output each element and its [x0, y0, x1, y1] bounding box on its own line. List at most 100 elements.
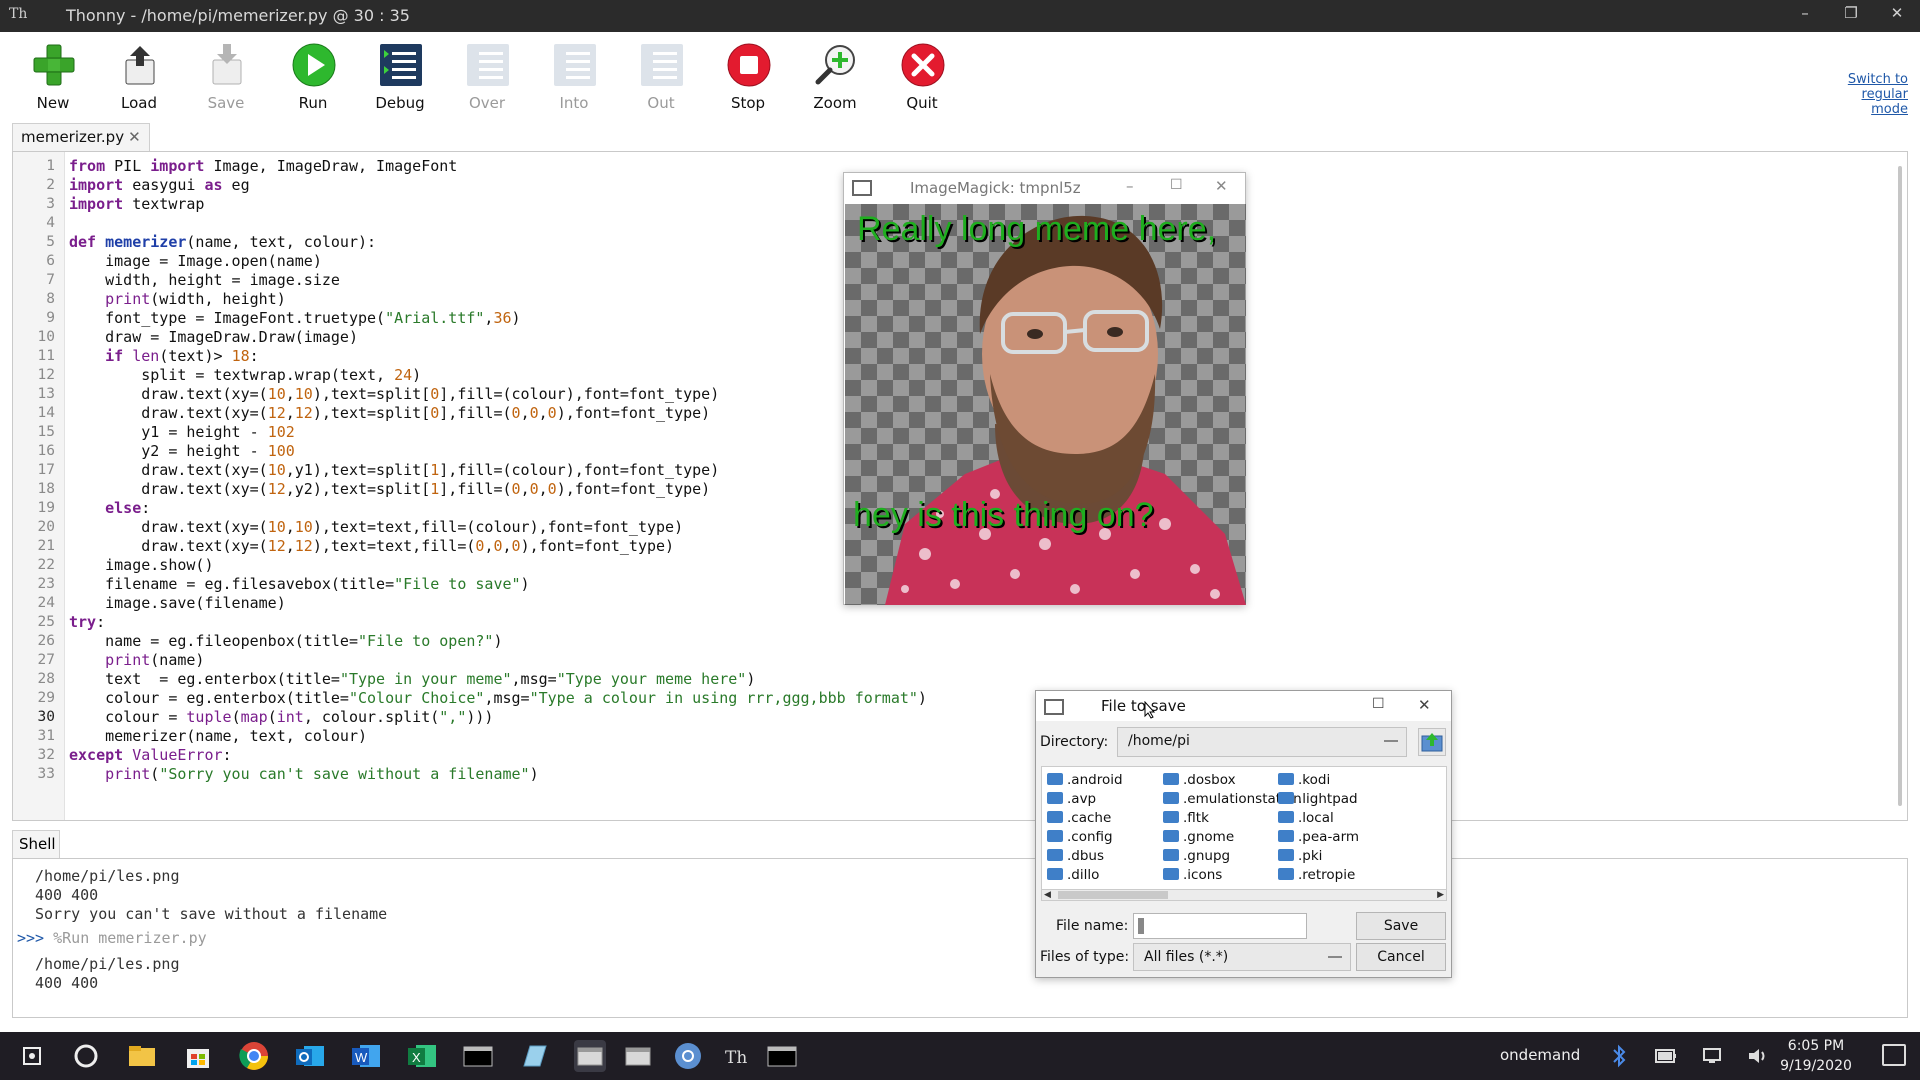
- folder-item[interactable]: .dillo: [1047, 867, 1099, 883]
- stop-button[interactable]: Stop: [711, 38, 785, 118]
- search-icon[interactable]: [70, 1040, 102, 1072]
- files-of-type-select[interactable]: All files (*.*): [1133, 943, 1351, 971]
- folder-item[interactable]: .dosbox: [1163, 772, 1236, 788]
- imagemagick-window[interactable]: ImageMagick: tmpnl5z – ☐ ✕ Really long m…: [843, 172, 1246, 605]
- network-icon[interactable]: [1700, 1046, 1724, 1066]
- step-into-button[interactable]: Into: [537, 38, 611, 118]
- maximize-icon[interactable]: ☐: [1372, 696, 1385, 712]
- folder-item[interactable]: .fltk: [1163, 810, 1209, 826]
- tab-memerizer-py[interactable]: memerizer.py ✕: [12, 123, 150, 151]
- battery-icon[interactable]: [1654, 1046, 1678, 1066]
- line-number: 33: [37, 766, 55, 782]
- code-line: colour = tuple(map(int, colour.split(","…: [69, 708, 494, 726]
- zoom-button[interactable]: Zoom: [798, 38, 872, 118]
- close-button[interactable]: ✕: [1882, 4, 1912, 28]
- folder-item[interactable]: .retropie: [1278, 867, 1355, 883]
- switch-to-regular-mode-link[interactable]: Switch to regular mode: [1828, 72, 1908, 117]
- cpu-governor-text[interactable]: ondemand: [1500, 1046, 1580, 1064]
- file-name-input[interactable]: [1133, 913, 1307, 939]
- clock[interactable]: 6:05 PM 9/19/2020: [1776, 1036, 1856, 1076]
- folder-item[interactable]: .dbus: [1047, 848, 1104, 864]
- tab-shell[interactable]: Shell: [12, 830, 60, 858]
- word-icon[interactable]: W: [350, 1040, 382, 1072]
- folder-item[interactable]: .lightpad: [1278, 791, 1358, 807]
- editor-scrollbar-thumb[interactable]: [1898, 166, 1902, 806]
- folder-item[interactable]: .pki: [1278, 848, 1322, 864]
- thonny-task-icon[interactable]: Th: [720, 1040, 752, 1072]
- directory-select[interactable]: /home/pi: [1117, 727, 1407, 757]
- folder-icon: [1047, 849, 1063, 861]
- switch-link-line-2: regular: [1861, 87, 1908, 102]
- window-menu-icon[interactable]: [1044, 699, 1064, 715]
- load-button[interactable]: Load: [102, 38, 176, 118]
- code-line: y1 = height - 102: [69, 423, 295, 441]
- editor-tab-strip: memerizer.py ✕: [0, 120, 1920, 151]
- line-number: 19: [37, 500, 55, 516]
- start-menu-icon[interactable]: [16, 1040, 48, 1072]
- up-folder-button[interactable]: [1418, 728, 1446, 756]
- scroll-right-icon[interactable]: ▶: [1437, 890, 1444, 900]
- hscroll-thumb[interactable]: [1058, 891, 1168, 899]
- folder-item[interactable]: .android: [1047, 772, 1123, 788]
- folder-item[interactable]: .pea-arm: [1278, 829, 1359, 845]
- folder-item[interactable]: .gnupg: [1163, 848, 1230, 864]
- close-icon[interactable]: ✕: [1418, 696, 1431, 714]
- file-list-hscrollbar[interactable]: ◀ ▶: [1041, 889, 1447, 901]
- folder-item[interactable]: .local: [1278, 810, 1334, 826]
- volume-icon[interactable]: [1746, 1046, 1770, 1066]
- folder-item[interactable]: .kodi: [1278, 772, 1330, 788]
- svg-text:X: X: [412, 1050, 421, 1065]
- files-of-type-label: Files of type:: [1040, 949, 1130, 965]
- folder-item[interactable]: .avp: [1047, 791, 1096, 807]
- folder-item[interactable]: .icons: [1163, 867, 1222, 883]
- screen: { "window": { "title": "Thonny - /home/p…: [0, 0, 1920, 1080]
- portrait-photo: [885, 215, 1246, 605]
- store-icon[interactable]: [182, 1040, 214, 1072]
- chromium-icon[interactable]: [672, 1040, 704, 1072]
- debug-icon: [380, 44, 422, 86]
- step-over-label: Over: [468, 94, 506, 112]
- minimize-button[interactable]: –: [1790, 4, 1820, 28]
- quit-button[interactable]: Quit: [885, 38, 959, 118]
- file-explorer-icon[interactable]: [126, 1040, 158, 1072]
- file-dialog-title-bar[interactable]: File to save ☐ ✕: [1036, 691, 1451, 721]
- window-menu-icon[interactable]: [852, 180, 872, 196]
- imagemagick-title-bar[interactable]: ImageMagick: tmpnl5z – ☐ ✕: [844, 173, 1245, 203]
- bluetooth-icon[interactable]: [1610, 1044, 1628, 1068]
- notifications-icon[interactable]: [1882, 1044, 1906, 1066]
- folder-item[interactable]: .config: [1047, 829, 1113, 845]
- imagemagick-task-icon[interactable]: [574, 1040, 606, 1072]
- save-toolbar-button[interactable]: Save: [189, 38, 263, 118]
- file-dialog-task-icon[interactable]: [622, 1040, 654, 1072]
- tab-close-icon[interactable]: ✕: [128, 128, 141, 146]
- editor-scrollbar[interactable]: [1895, 154, 1905, 818]
- minimize-icon[interactable]: –: [1126, 177, 1134, 195]
- step-over-button[interactable]: Over: [450, 38, 524, 118]
- code-text[interactable]: from PIL import Image, ImageDraw, ImageF…: [69, 157, 927, 784]
- new-button[interactable]: New: [16, 38, 90, 118]
- up-folder-icon: [1421, 733, 1443, 752]
- run-button[interactable]: Run: [276, 38, 350, 118]
- cancel-button[interactable]: Cancel: [1356, 943, 1446, 971]
- save-button[interactable]: Save: [1356, 912, 1446, 940]
- maximize-button[interactable]: ❐: [1836, 4, 1866, 28]
- file-save-dialog[interactable]: File to save ☐ ✕ Directory: /home/pi .an…: [1035, 690, 1452, 978]
- terminal-icon-2[interactable]: [766, 1040, 798, 1072]
- outlook-icon[interactable]: [294, 1040, 326, 1072]
- close-icon[interactable]: ✕: [1215, 177, 1228, 195]
- editor-app-icon[interactable]: [518, 1040, 550, 1072]
- shell-tab-label: Shell: [19, 835, 56, 853]
- step-out-button[interactable]: Out: [624, 38, 698, 118]
- new-label: New: [36, 94, 70, 112]
- scroll-left-icon[interactable]: ◀: [1044, 890, 1051, 900]
- excel-icon[interactable]: X: [406, 1040, 438, 1072]
- terminal-icon[interactable]: [462, 1040, 494, 1072]
- file-list[interactable]: .android .avp .cache .config .dbus .dillo .dos…: [1041, 766, 1447, 896]
- debug-button[interactable]: Debug: [363, 38, 437, 118]
- chrome-icon[interactable]: [238, 1040, 270, 1072]
- folder-icon: [1278, 830, 1294, 842]
- maximize-icon[interactable]: ☐: [1170, 177, 1183, 193]
- shell-panel[interactable]: /home/pi/les.png 400 400 Sorry you can't…: [12, 858, 1908, 1018]
- folder-item[interactable]: .gnome: [1163, 829, 1234, 845]
- folder-item[interactable]: .cache: [1047, 810, 1111, 826]
